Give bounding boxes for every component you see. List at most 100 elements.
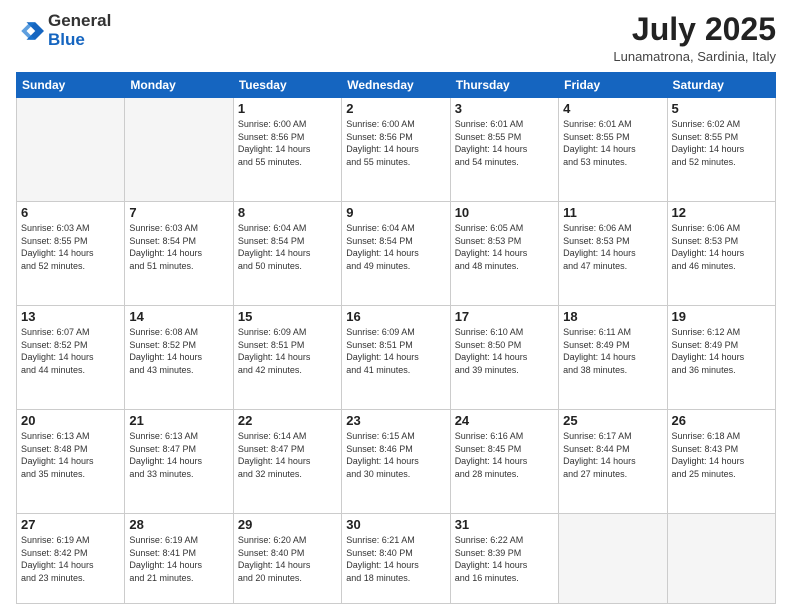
calendar-cell: 3 Sunrise: 6:01 AMSunset: 8:55 PMDaylight… <box>450 98 558 202</box>
day-number: 27 <box>21 517 120 532</box>
calendar-cell: 16 Sunrise: 6:09 AMSunset: 8:51 PMDayligh… <box>342 306 450 410</box>
cell-info: Sunrise: 6:04 AMSunset: 8:54 PMDaylight:… <box>238 222 337 272</box>
calendar-cell: 31Sunrise: 6:22 AMSunset: 8:39 PMDayligh… <box>450 514 558 604</box>
calendar-cell <box>17 98 125 202</box>
cell-info: Sunrise: 6:11 AMSunset: 8:49 PMDaylight:… <box>563 326 662 376</box>
day-number: 13 <box>21 309 120 324</box>
location: Lunamatrona, Sardinia, Italy <box>613 49 776 64</box>
title-block: July 2025 Lunamatrona, Sardinia, Italy <box>613 12 776 64</box>
weekday-header-friday: Friday <box>559 73 667 98</box>
calendar-cell: 5Sunrise: 6:02 AMSunset: 8:55 PMDaylight… <box>667 98 775 202</box>
cell-info: Sunrise: 6:03 AMSunset: 8:54 PMDaylight:… <box>129 222 228 272</box>
calendar-cell: 27Sunrise: 6:19 AMSunset: 8:42 PMDayligh… <box>17 514 125 604</box>
cell-info: Sunrise: 6:03 AMSunset: 8:55 PMDaylight:… <box>21 222 120 272</box>
calendar-cell: 12Sunrise: 6:06 AMSunset: 8:53 PMDayligh… <box>667 202 775 306</box>
logo-blue: Blue <box>48 31 111 50</box>
calendar-cell: 25 Sunrise: 6:17 AMSunset: 8:44 PMDayligh… <box>559 410 667 514</box>
day-number: 3 <box>455 101 554 116</box>
calendar-cell: 18Sunrise: 6:11 AMSunset: 8:49 PMDayligh… <box>559 306 667 410</box>
page: General Blue July 2025 Lunamatrona, Sard… <box>0 0 792 612</box>
calendar-cell: 2Sunrise: 6:00 AMSunset: 8:56 PMDaylight… <box>342 98 450 202</box>
day-number: 28 <box>129 517 228 532</box>
calendar-cell <box>667 514 775 604</box>
header: General Blue July 2025 Lunamatrona, Sard… <box>16 12 776 64</box>
week-row-1: 1 Sunrise: 6:00 AMSunset: 8:56 PMDaylight… <box>17 98 776 202</box>
day-number: 31 <box>455 517 554 532</box>
cell-info: Sunrise: 6:09 AMSunset: 8:51 PMDaylight:… <box>346 326 445 376</box>
calendar-cell <box>125 98 233 202</box>
day-number: 26 <box>672 413 771 428</box>
calendar-cell: 22 Sunrise: 6:14 AMSunset: 8:47 PMDayligh… <box>233 410 341 514</box>
calendar-cell: 23 Sunrise: 6:15 AMSunset: 8:46 PMDayligh… <box>342 410 450 514</box>
week-row-4: 20Sunrise: 6:13 AMSunset: 8:48 PMDayligh… <box>17 410 776 514</box>
cell-info: Sunrise: 6:13 AMSunset: 8:48 PMDaylight:… <box>21 430 120 480</box>
calendar-cell: 7 Sunrise: 6:03 AMSunset: 8:54 PMDaylight… <box>125 202 233 306</box>
weekday-header-row: SundayMondayTuesdayWednesdayThursdayFrid… <box>17 73 776 98</box>
logo-text: General Blue <box>48 12 111 49</box>
cell-info: Sunrise: 6:04 AMSunset: 8:54 PMDaylight:… <box>346 222 445 272</box>
day-number: 6 <box>21 205 120 220</box>
weekday-header-sunday: Sunday <box>17 73 125 98</box>
day-number: 19 <box>672 309 771 324</box>
day-number: 25 <box>563 413 662 428</box>
cell-info: Sunrise: 6:16 AMSunset: 8:45 PMDaylight:… <box>455 430 554 480</box>
week-row-3: 13 Sunrise: 6:07 AMSunset: 8:52 PMDayligh… <box>17 306 776 410</box>
cell-info: Sunrise: 6:12 AMSunset: 8:49 PMDaylight:… <box>672 326 771 376</box>
day-number: 4 <box>563 101 662 116</box>
calendar-header: SundayMondayTuesdayWednesdayThursdayFrid… <box>17 73 776 98</box>
week-row-2: 6 Sunrise: 6:03 AMSunset: 8:55 PMDaylight… <box>17 202 776 306</box>
day-number: 29 <box>238 517 337 532</box>
day-number: 21 <box>129 413 228 428</box>
day-number: 30 <box>346 517 445 532</box>
calendar-cell: 19 Sunrise: 6:12 AMSunset: 8:49 PMDayligh… <box>667 306 775 410</box>
calendar-cell: 29 Sunrise: 6:20 AMSunset: 8:40 PMDayligh… <box>233 514 341 604</box>
cell-info: Sunrise: 6:10 AMSunset: 8:50 PMDaylight:… <box>455 326 554 376</box>
weekday-header-tuesday: Tuesday <box>233 73 341 98</box>
calendar-cell: 6 Sunrise: 6:03 AMSunset: 8:55 PMDaylight… <box>17 202 125 306</box>
calendar-cell: 26Sunrise: 6:18 AMSunset: 8:43 PMDayligh… <box>667 410 775 514</box>
calendar-cell: 4 Sunrise: 6:01 AMSunset: 8:55 PMDaylight… <box>559 98 667 202</box>
cell-info: Sunrise: 6:07 AMSunset: 8:52 PMDaylight:… <box>21 326 120 376</box>
day-number: 5 <box>672 101 771 116</box>
day-number: 9 <box>346 205 445 220</box>
cell-info: Sunrise: 6:17 AMSunset: 8:44 PMDaylight:… <box>563 430 662 480</box>
calendar-cell: 20Sunrise: 6:13 AMSunset: 8:48 PMDayligh… <box>17 410 125 514</box>
calendar-cell: 8 Sunrise: 6:04 AMSunset: 8:54 PMDaylight… <box>233 202 341 306</box>
day-number: 14 <box>129 309 228 324</box>
weekday-header-saturday: Saturday <box>667 73 775 98</box>
cell-info: Sunrise: 6:13 AMSunset: 8:47 PMDaylight:… <box>129 430 228 480</box>
calendar-cell: 13 Sunrise: 6:07 AMSunset: 8:52 PMDayligh… <box>17 306 125 410</box>
calendar-cell: 10Sunrise: 6:05 AMSunset: 8:53 PMDayligh… <box>450 202 558 306</box>
weekday-header-monday: Monday <box>125 73 233 98</box>
calendar-cell: 28Sunrise: 6:19 AMSunset: 8:41 PMDayligh… <box>125 514 233 604</box>
cell-info: Sunrise: 6:06 AMSunset: 8:53 PMDaylight:… <box>563 222 662 272</box>
cell-info: Sunrise: 6:00 AMSunset: 8:56 PMDaylight:… <box>238 118 337 168</box>
calendar-cell: 21 Sunrise: 6:13 AMSunset: 8:47 PMDayligh… <box>125 410 233 514</box>
day-number: 17 <box>455 309 554 324</box>
cell-info: Sunrise: 6:01 AMSunset: 8:55 PMDaylight:… <box>563 118 662 168</box>
day-number: 7 <box>129 205 228 220</box>
day-number: 15 <box>238 309 337 324</box>
day-number: 11 <box>563 205 662 220</box>
calendar-table: SundayMondayTuesdayWednesdayThursdayFrid… <box>16 72 776 604</box>
cell-info: Sunrise: 6:15 AMSunset: 8:46 PMDaylight:… <box>346 430 445 480</box>
day-number: 23 <box>346 413 445 428</box>
calendar-cell: 15 Sunrise: 6:09 AMSunset: 8:51 PMDayligh… <box>233 306 341 410</box>
cell-info: Sunrise: 6:09 AMSunset: 8:51 PMDaylight:… <box>238 326 337 376</box>
calendar-cell: 9 Sunrise: 6:04 AMSunset: 8:54 PMDaylight… <box>342 202 450 306</box>
month-title: July 2025 <box>613 12 776 47</box>
cell-info: Sunrise: 6:14 AMSunset: 8:47 PMDaylight:… <box>238 430 337 480</box>
calendar-cell: 1 Sunrise: 6:00 AMSunset: 8:56 PMDaylight… <box>233 98 341 202</box>
day-number: 1 <box>238 101 337 116</box>
cell-info: Sunrise: 6:01 AMSunset: 8:55 PMDaylight:… <box>455 118 554 168</box>
weekday-header-thursday: Thursday <box>450 73 558 98</box>
day-number: 8 <box>238 205 337 220</box>
weekday-header-wednesday: Wednesday <box>342 73 450 98</box>
calendar-cell: 30Sunrise: 6:21 AMSunset: 8:40 PMDayligh… <box>342 514 450 604</box>
calendar-cell: 17 Sunrise: 6:10 AMSunset: 8:50 PMDayligh… <box>450 306 558 410</box>
day-number: 12 <box>672 205 771 220</box>
day-number: 24 <box>455 413 554 428</box>
day-number: 16 <box>346 309 445 324</box>
cell-info: Sunrise: 6:20 AMSunset: 8:40 PMDaylight:… <box>238 534 337 584</box>
day-number: 22 <box>238 413 337 428</box>
